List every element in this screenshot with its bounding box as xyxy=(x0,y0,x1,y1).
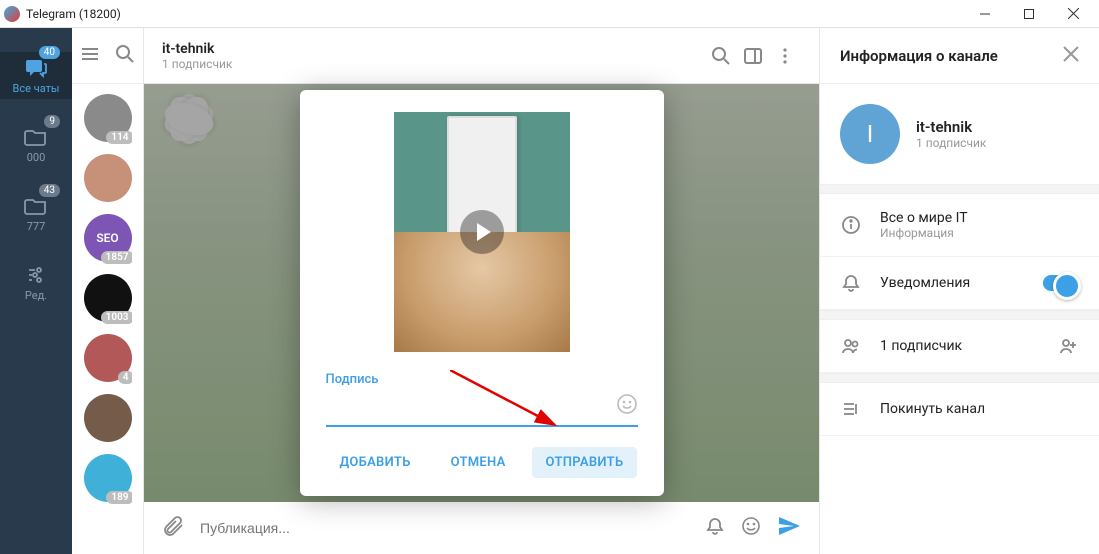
emoji-icon[interactable] xyxy=(616,393,638,419)
add-subscriber-icon[interactable] xyxy=(1057,336,1079,356)
menu-button[interactable] xyxy=(80,44,100,68)
unread-badge: 114 xyxy=(106,131,131,144)
caption-input[interactable] xyxy=(326,398,616,414)
tab-badge: 9 xyxy=(44,115,60,128)
attach-icon[interactable] xyxy=(162,515,184,541)
leave-channel-row[interactable]: Покинуть канал xyxy=(820,383,1099,436)
tab-label: Ред. xyxy=(0,289,72,302)
tab-folder-000[interactable]: 9 000 xyxy=(0,121,72,168)
chat-avatar[interactable] xyxy=(84,394,132,442)
emoji-icon[interactable] xyxy=(741,516,761,540)
unread-badge: 1003 xyxy=(101,311,132,324)
notifications-toggle[interactable] xyxy=(1043,275,1079,291)
chat-avatar[interactable]: SEO1857 xyxy=(84,214,132,262)
close-button[interactable] xyxy=(1051,0,1095,28)
notifications-row[interactable]: Уведомления xyxy=(820,257,1099,310)
folder-tabs: 40 Все чаты 9 000 43 777 Ред. xyxy=(0,28,72,554)
unread-badge: 4 xyxy=(118,371,132,384)
conversation-header: it-tehnik 1 подписчик xyxy=(144,28,819,84)
info-title: Все о мире IT xyxy=(880,210,1079,226)
panel-title: Информация о канале xyxy=(840,47,1063,65)
window-titlebar: Telegram (18200) xyxy=(0,0,1099,28)
panel-channel-name: it-tehnik xyxy=(916,118,986,136)
tab-edit[interactable]: Ред. xyxy=(0,259,72,306)
message-input[interactable] xyxy=(200,520,689,536)
panel-close-icon[interactable] xyxy=(1063,46,1079,66)
conv-search-icon[interactable] xyxy=(705,46,737,66)
chat-avatar[interactable] xyxy=(84,154,132,202)
caption-label: Подпись xyxy=(326,372,638,387)
send-icon[interactable] xyxy=(777,514,801,542)
conversation-body: Подпись ДОБАВИТЬ ОТМЕНА ОТПРАВИТЬ xyxy=(144,84,819,502)
sidebar-toggle-icon[interactable] xyxy=(737,46,769,66)
tab-label: Все чаты xyxy=(0,82,72,95)
panel-channel-sub: 1 подписчик xyxy=(916,136,986,150)
search-button[interactable] xyxy=(115,44,135,68)
channel-info-panel: Информация о канале I it-tehnik 1 подпис… xyxy=(819,28,1099,554)
conversation-pane: it-tehnik 1 подписчик xyxy=(144,28,819,554)
silent-icon[interactable] xyxy=(705,516,725,540)
telegram-icon xyxy=(4,6,20,22)
tab-folder-777[interactable]: 43 777 xyxy=(0,190,72,237)
play-icon xyxy=(460,210,504,254)
maximize-button[interactable] xyxy=(1007,0,1051,28)
minimize-button[interactable] xyxy=(963,0,1007,28)
unread-badge: 1857 xyxy=(101,251,132,264)
add-button[interactable]: ДОБАВИТЬ xyxy=(326,447,425,478)
chat-avatar[interactable]: 114 xyxy=(84,94,132,142)
tab-badge: 43 xyxy=(39,184,60,197)
subscribers-label: 1 подписчик xyxy=(880,338,1039,354)
media-preview[interactable] xyxy=(394,112,570,352)
channel-avatar[interactable]: I xyxy=(840,104,900,164)
leave-label: Покинуть канал xyxy=(880,401,1079,417)
info-icon xyxy=(840,215,862,235)
leave-icon xyxy=(840,399,862,419)
tab-label: 777 xyxy=(0,220,72,233)
window-title: Telegram (18200) xyxy=(26,7,963,21)
tab-label: 000 xyxy=(0,151,72,164)
notifications-label: Уведомления xyxy=(880,275,1025,291)
subscribers-row[interactable]: 1 подписчик xyxy=(820,320,1099,373)
send-media-modal: Подпись ДОБАВИТЬ ОТМЕНА ОТПРАВИТЬ xyxy=(300,90,664,496)
tab-badge: 40 xyxy=(39,46,60,59)
chat-avatar[interactable]: 4 xyxy=(84,334,132,382)
info-sub: Информация xyxy=(880,226,1079,240)
tab-all-chats[interactable]: 40 Все чаты xyxy=(0,52,72,99)
compose-bar xyxy=(144,502,819,554)
channel-name: it-tehnik xyxy=(162,41,705,57)
bell-icon xyxy=(840,273,862,293)
chat-avatar[interactable]: 1003 xyxy=(84,274,132,322)
more-icon[interactable] xyxy=(769,46,801,66)
unread-badge: 189 xyxy=(106,491,131,504)
cancel-button[interactable]: ОТМЕНА xyxy=(437,447,520,478)
people-icon xyxy=(840,336,862,356)
send-button[interactable]: ОТПРАВИТЬ xyxy=(532,447,638,478)
info-row[interactable]: Все о мире IT Информация xyxy=(820,194,1099,257)
send-media-overlay: Подпись ДОБАВИТЬ ОТМЕНА ОТПРАВИТЬ xyxy=(144,84,819,502)
channel-sub: 1 подписчик xyxy=(162,57,705,71)
chat-avatar[interactable]: 189 xyxy=(84,454,132,502)
chat-list-column: 114 SEO1857 1003 4 189 xyxy=(72,28,144,554)
